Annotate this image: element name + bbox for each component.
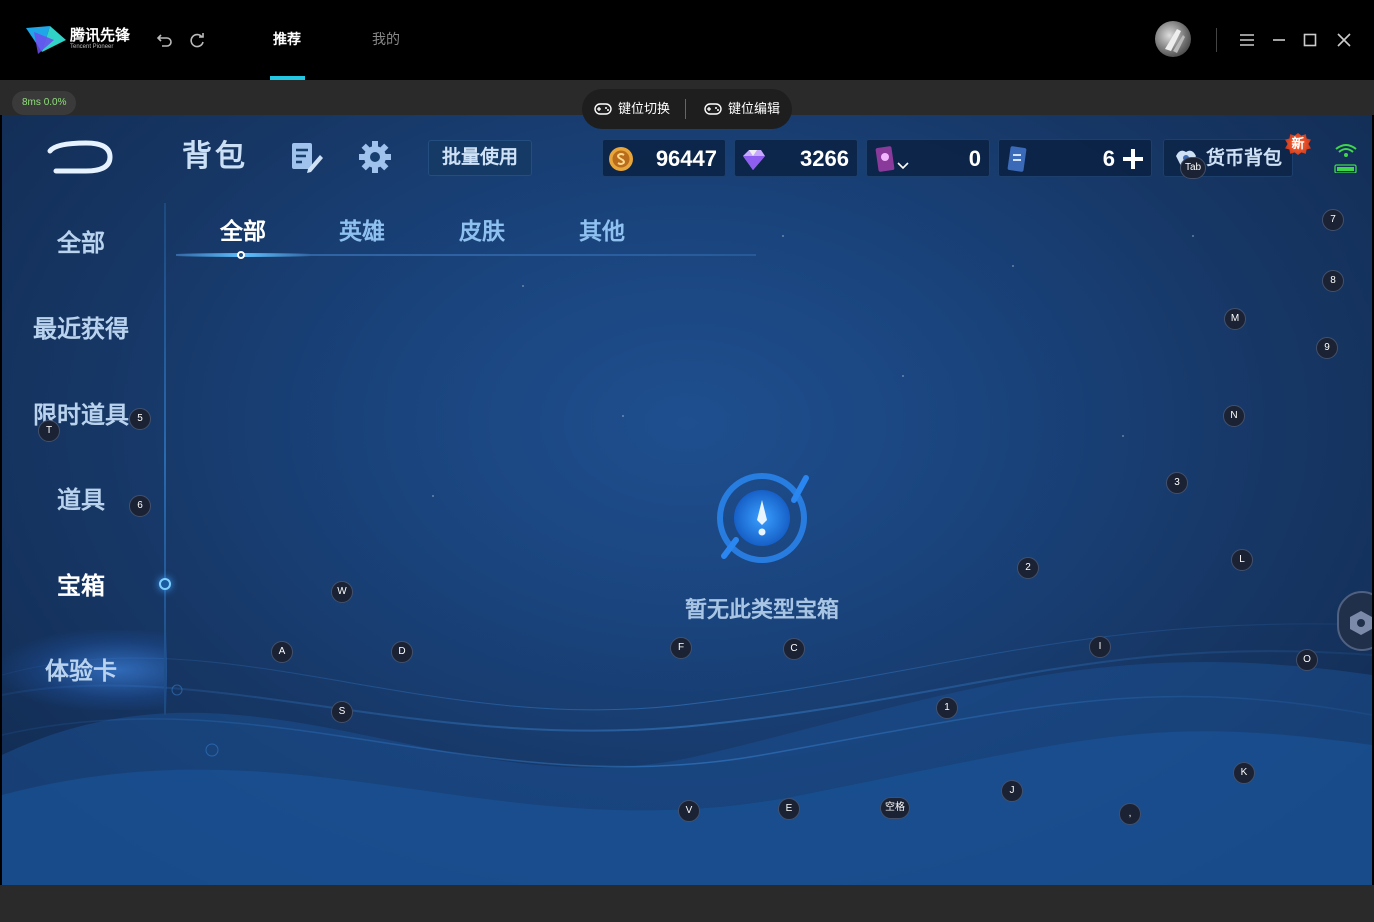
key-overlay-n[interactable]: N <box>1223 405 1245 427</box>
key-mapping-bar: 键位切换 键位编辑 <box>582 89 792 129</box>
card-voucher-icon <box>875 146 895 172</box>
tab-all[interactable]: 全部 <box>220 213 266 249</box>
key-overlay-3[interactable]: 3 <box>1166 472 1188 494</box>
gold-coin-icon <box>609 147 633 171</box>
key-edit-button[interactable]: 键位编辑 <box>704 89 780 129</box>
key-overlay-j[interactable]: J <box>1001 780 1023 802</box>
key-overlay-1[interactable]: 1 <box>936 697 958 719</box>
key-overlay-comma[interactable]: , <box>1119 803 1141 825</box>
ticket-value: 6 <box>1102 146 1115 171</box>
key-edit-label: 键位编辑 <box>728 101 781 116</box>
hexagon-icon <box>1350 611 1372 635</box>
minimize-icon[interactable] <box>1269 30 1289 50</box>
sidebar-active-dot <box>159 578 171 590</box>
menu-icon[interactable] <box>1237 30 1257 50</box>
currency-gold: 96447 <box>602 139 726 177</box>
add-icon[interactable] <box>1121 147 1145 171</box>
diamond-value: 3266 <box>800 146 849 171</box>
game-viewport: 背包 批量使用 96447 3266 0 6 货币背包 新 全部 最近获得 限时… <box>2 115 1372 885</box>
key-overlay-v[interactable]: V <box>678 800 700 822</box>
key-overlay-7[interactable]: 7 <box>1322 209 1344 231</box>
sidebar-item-trial-card[interactable]: 体验卡 <box>2 652 160 692</box>
refresh-icon[interactable] <box>187 30 207 50</box>
page-title: 背包 <box>182 140 248 173</box>
empty-state-text: 暂无此类型宝箱 <box>684 597 839 622</box>
key-overlay-9[interactable]: 9 <box>1316 337 1338 359</box>
floating-side-handle[interactable] <box>1337 591 1372 651</box>
tab-mine[interactable]: 我的 <box>372 28 400 50</box>
tab-skins[interactable]: 皮肤 <box>459 213 505 249</box>
tencent-pioneer-logo <box>26 26 66 54</box>
gamepad-icon <box>594 103 612 115</box>
key-overlay-s[interactable]: S <box>331 701 353 723</box>
currency-ticket: 6 <box>998 139 1152 177</box>
key-overlay-l[interactable]: L <box>1231 549 1253 571</box>
avatar[interactable] <box>1155 21 1191 57</box>
sidebar-item-all[interactable]: 全部 <box>2 224 160 264</box>
key-overlay-6[interactable]: 6 <box>129 495 151 517</box>
wifi-signal-icon <box>1334 144 1357 173</box>
keybar-divider <box>685 99 686 119</box>
background-waves <box>2 623 1372 885</box>
titlebar-divider <box>1216 28 1217 52</box>
key-overlay-k[interactable]: K <box>1233 762 1255 784</box>
ticket-icon <box>1007 146 1027 172</box>
loss-value: 0.0% <box>43 97 67 108</box>
sidebar-item-recent[interactable]: 最近获得 <box>2 310 160 350</box>
key-overlay-w[interactable]: W <box>331 581 353 603</box>
sidebar-divider <box>164 203 166 715</box>
gamepad-icon <box>704 103 722 115</box>
key-overlay-i[interactable]: I <box>1089 636 1111 658</box>
key-overlay-space[interactable]: 空格 <box>880 797 910 819</box>
undo-icon[interactable] <box>155 30 175 50</box>
key-overlay-o[interactable]: O <box>1296 649 1318 671</box>
key-overlay-t[interactable]: T <box>38 420 60 442</box>
logo-subtext: Tencent Pioneer <box>70 44 114 50</box>
close-icon[interactable] <box>1334 30 1354 50</box>
network-stats: 8ms 0.0% <box>12 91 77 115</box>
voucher-value: 0 <box>968 146 981 171</box>
ping-value: 8ms <box>22 97 41 108</box>
diamond-icon <box>743 150 765 170</box>
gold-value: 96447 <box>655 146 717 171</box>
currency-diamond: 3266 <box>734 139 858 177</box>
key-overlay-d[interactable]: D <box>391 641 413 663</box>
key-switch-label: 键位切换 <box>618 101 671 116</box>
gear-icon[interactable] <box>357 139 393 175</box>
back-icon[interactable] <box>46 137 116 177</box>
maximize-icon[interactable] <box>1300 30 1320 50</box>
sidebar: 全部 最近获得 限时道具 道具 宝箱 体验卡 <box>2 200 167 720</box>
key-overlay-2[interactable]: 2 <box>1017 557 1039 579</box>
key-overlay-f[interactable]: F <box>670 637 692 659</box>
empty-state-icon <box>717 473 809 563</box>
logo-text: 腾讯先锋 <box>70 27 131 44</box>
key-overlay-a[interactable]: A <box>271 641 293 663</box>
wallet-label: 货币背包 <box>1206 148 1283 169</box>
tab-other[interactable]: 其他 <box>579 213 625 249</box>
sidebar-item-chest[interactable]: 宝箱 <box>2 567 160 607</box>
key-overlay-tab[interactable]: Tab <box>1180 157 1207 179</box>
batch-use-button[interactable]: 批量使用 <box>428 140 532 176</box>
titlebar: 腾讯先锋 Tencent Pioneer 推荐 我的 <box>0 0 1374 80</box>
bottom-bar <box>0 885 1374 922</box>
edit-list-icon[interactable] <box>288 139 324 175</box>
key-overlay-m[interactable]: M <box>1224 308 1246 330</box>
tab-recommend[interactable]: 推荐 <box>273 28 301 50</box>
active-tab-marker <box>237 251 245 259</box>
tab-heroes[interactable]: 英雄 <box>339 213 385 249</box>
key-overlay-8[interactable]: 8 <box>1322 270 1344 292</box>
key-overlay-e[interactable]: E <box>778 798 800 820</box>
key-overlay-5[interactable]: 5 <box>129 408 151 430</box>
currency-voucher: 0 <box>866 139 990 177</box>
key-overlay-c[interactable]: C <box>783 638 805 660</box>
chevron-down-icon[interactable] <box>897 160 909 170</box>
key-switch-button[interactable]: 键位切换 <box>594 89 670 129</box>
